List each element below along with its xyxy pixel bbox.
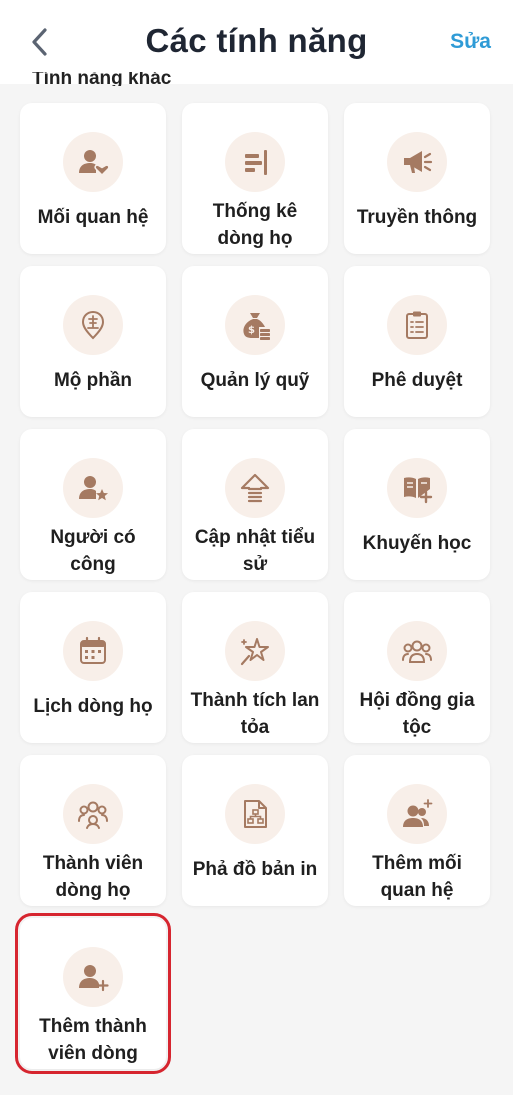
feature-label: Lịch dòng họ — [33, 695, 153, 717]
person-heart-icon — [79, 150, 109, 177]
feature-label: Thành viên dòng họ — [42, 853, 144, 901]
page-title: Các tính năng — [145, 22, 368, 59]
feature-label: Cập nhật tiểu sử — [194, 527, 316, 575]
icon-circle — [387, 132, 447, 192]
add-relation-icon — [403, 799, 433, 827]
icon-circle — [225, 458, 285, 518]
feature-label: Truyền thông — [356, 206, 478, 228]
feature-label: Mối quan hệ — [37, 206, 149, 228]
clipboard-list-icon — [406, 311, 428, 339]
icon-circle — [63, 947, 123, 1007]
feature-card-phe-duyet[interactable]: Phê duyệt — [344, 266, 490, 417]
feature-label: Người có công — [50, 527, 136, 575]
feature-card-cap-nhat-tieu-su[interactable]: Cập nhật tiểu sử — [182, 429, 328, 580]
feature-card-truyen-thong[interactable]: Truyền thông — [344, 103, 490, 254]
calendar-icon — [80, 636, 106, 664]
svg-text:$: $ — [248, 325, 255, 336]
feature-card-them-thanh-vien-dong[interactable]: Thêm thành viên dòng — [15, 913, 171, 1074]
feature-label: Phê duyệt — [371, 369, 463, 391]
feature-card-nguoi-co-cong[interactable]: Người có công — [20, 429, 166, 580]
icon-circle — [387, 458, 447, 518]
megaphone-icon — [404, 151, 433, 173]
icon-circle — [225, 132, 285, 192]
bar-stats-icon — [245, 150, 267, 175]
icon-circle: $ — [225, 295, 285, 355]
icon-circle — [225, 784, 285, 844]
add-member-icon — [79, 965, 109, 992]
icon-circle — [63, 458, 123, 518]
feature-card-moi-quan-he[interactable]: Mối quan hệ — [20, 103, 166, 254]
group-council-icon — [402, 640, 432, 663]
feature-label: Thêm thành viên dòng — [39, 1016, 147, 1064]
edit-button[interactable]: Sửa — [450, 30, 491, 54]
family-tree-document-icon — [244, 800, 267, 828]
members-group-icon — [78, 801, 108, 829]
icon-circle — [63, 132, 123, 192]
icon-circle — [387, 784, 447, 844]
book-plus-icon — [404, 477, 433, 504]
person-star-icon — [79, 476, 108, 501]
feature-card-thanh-vien-dong-ho[interactable]: Thành viên dòng họ — [20, 755, 166, 906]
feature-label: Khuyến học — [362, 532, 472, 554]
icon-circle — [63, 621, 123, 681]
feature-card-hoi-dong-gia-toc[interactable]: Hội đồng gia tộc — [344, 592, 490, 743]
feature-card-mo-phan[interactable]: Mộ phần — [20, 266, 166, 417]
feature-card-khuyen-hoc[interactable]: Khuyến học — [344, 429, 490, 580]
sparkle-star-icon — [240, 638, 269, 666]
feature-label: Thành tích lan tỏa — [190, 690, 320, 738]
upload-arrow-icon — [240, 473, 270, 503]
feature-card-lich-dong-ho[interactable]: Lịch dòng họ — [20, 592, 166, 743]
icon-circle — [387, 295, 447, 355]
money-bag-icon: $ — [243, 313, 270, 340]
feature-label: Phả đồ bản in — [192, 858, 318, 880]
feature-label: Thống kê dòng họ — [212, 201, 298, 249]
feature-label: Thêm mối quan hệ — [372, 853, 462, 901]
icon-circle — [225, 621, 285, 681]
grave-pin-icon — [81, 310, 105, 340]
feature-card-quan-ly-quy[interactable]: $ Quản lý quỹ — [182, 266, 328, 417]
icon-circle — [63, 784, 123, 844]
feature-card-thong-ke-dong-ho[interactable]: Thống kê dòng họ — [182, 103, 328, 254]
feature-label: Mộ phần — [53, 369, 133, 391]
feature-card-thanh-tich-lan-toa[interactable]: Thành tích lan tỏa — [182, 592, 328, 743]
icon-circle — [387, 621, 447, 681]
feature-card-pha-do-ban-in[interactable]: Phả đồ bản in — [182, 755, 328, 906]
icon-circle — [63, 295, 123, 355]
feature-label: Quản lý quỹ — [200, 369, 310, 391]
feature-label: Hội đồng gia tộc — [359, 690, 475, 738]
feature-card-them-moi-quan-he[interactable]: Thêm mối quan hệ — [344, 755, 490, 906]
feature-grid: Mối quan hệ Thống kê dòng họ Truyền thôn… — [15, 103, 490, 1074]
